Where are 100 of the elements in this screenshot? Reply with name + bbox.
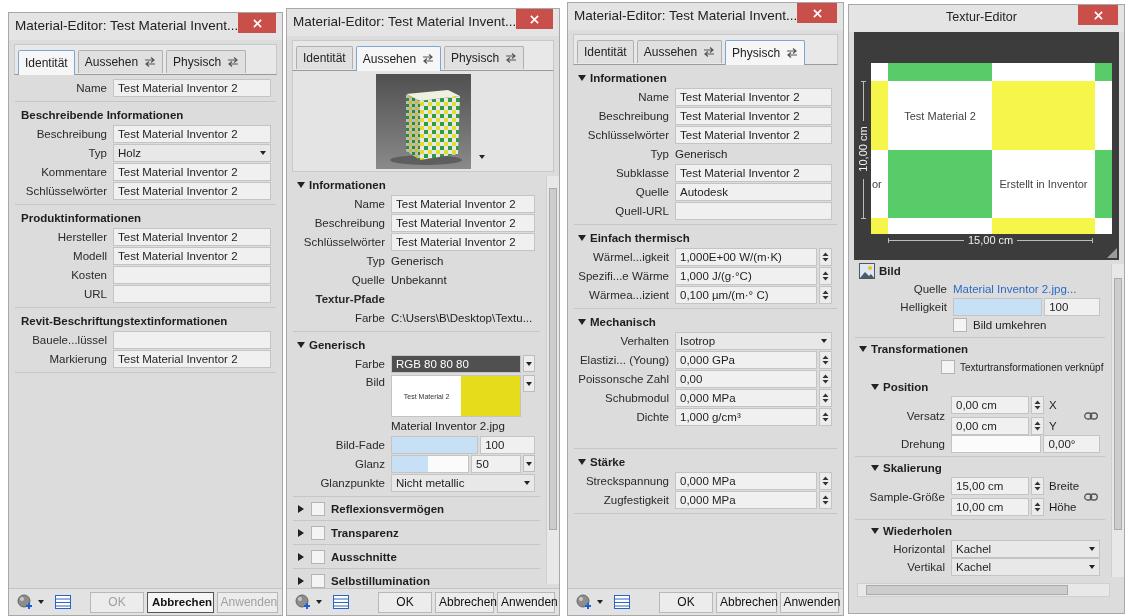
- dialog-button[interactable]: Abbrechen: [716, 591, 777, 613]
- caret-icon[interactable]: [479, 155, 485, 159]
- close-button[interactable]: [797, 3, 837, 23]
- close-button[interactable]: [238, 13, 276, 33]
- color-field[interactable]: RGB 80 80 80: [391, 354, 521, 373]
- collapse-icon[interactable]: [297, 340, 305, 349]
- chain-link-icon[interactable]: [1084, 492, 1098, 501]
- collapse-icon[interactable]: [871, 464, 879, 472]
- menu-button[interactable]: [523, 455, 535, 472]
- collapse-icon[interactable]: [871, 383, 879, 391]
- number-field[interactable]: 100: [1044, 298, 1100, 316]
- text-field[interactable]: Test Material Inventor 2: [675, 163, 832, 182]
- spin-button[interactable]: [819, 369, 832, 388]
- dialog-button[interactable]: Anwenden: [497, 591, 555, 613]
- text-field[interactable]: Test Material Inventor 2: [113, 349, 271, 368]
- collapse-icon[interactable]: [871, 527, 879, 535]
- dropdown[interactable]: Holz: [113, 143, 271, 162]
- checkbox[interactable]: [311, 549, 325, 564]
- dropdown[interactable]: Kachel: [951, 558, 1100, 576]
- tab[interactable]: Aussehen: [355, 46, 442, 71]
- dialog-button[interactable]: Abbrechen: [147, 591, 214, 613]
- spin-button[interactable]: [819, 471, 832, 490]
- spin-button[interactable]: [1031, 498, 1044, 516]
- tab[interactable]: Identität: [577, 40, 634, 63]
- collapse-icon[interactable]: [578, 73, 586, 82]
- text-field[interactable]: Test Material Inventor 2: [113, 181, 271, 200]
- text-field[interactable]: Test Material Inventor 2: [391, 213, 535, 232]
- dialog-button[interactable]: Abbrechen: [435, 591, 495, 613]
- collapse-icon[interactable]: [859, 345, 867, 353]
- collapse-icon[interactable]: [578, 457, 586, 466]
- tab[interactable]: Physisch: [444, 46, 525, 69]
- dialog-button[interactable]: OK: [378, 591, 432, 613]
- number-field[interactable]: 0,00 cm: [951, 417, 1029, 435]
- dropdown[interactable]: Kachel: [951, 540, 1100, 558]
- text-field[interactable]: [113, 330, 271, 349]
- spin-button[interactable]: [819, 285, 832, 304]
- spin-button[interactable]: [1031, 396, 1044, 414]
- number-field[interactable]: 50: [471, 454, 521, 473]
- collapse-icon[interactable]: [297, 180, 305, 189]
- number-field[interactable]: 1,000 g/cm³: [675, 407, 817, 426]
- close-button[interactable]: [1078, 5, 1118, 25]
- checkbox[interactable]: [953, 318, 967, 332]
- dialog-button[interactable]: OK: [659, 591, 713, 613]
- number-field[interactable]: 0,00°: [1043, 435, 1100, 453]
- text-field[interactable]: Test Material Inventor 2: [675, 106, 832, 125]
- scroll-thumb[interactable]: [549, 188, 557, 530]
- text-field[interactable]: [113, 265, 271, 284]
- tab[interactable]: Identität: [18, 50, 75, 75]
- number-field[interactable]: 0,000 MPa: [675, 471, 817, 490]
- slider[interactable]: [953, 298, 1043, 316]
- scrollbar[interactable]: [857, 583, 1110, 597]
- dropdown[interactable]: Isotrop: [675, 331, 832, 350]
- text-field[interactable]: Autodesk: [675, 182, 832, 201]
- tab[interactable]: Identität: [296, 46, 353, 69]
- chain-link-icon[interactable]: [1084, 411, 1098, 420]
- spin-button[interactable]: [819, 407, 832, 426]
- menu-button[interactable]: [523, 375, 535, 392]
- number-field[interactable]: 0,000 MPa: [675, 490, 817, 509]
- text-field[interactable]: Test Material Inventor 2: [113, 78, 271, 97]
- collapse-icon[interactable]: [578, 233, 586, 242]
- number-field[interactable]: 100: [480, 435, 535, 454]
- spin-button[interactable]: [819, 388, 832, 407]
- spin-button[interactable]: [819, 266, 832, 285]
- slider[interactable]: [391, 454, 469, 473]
- spin-button[interactable]: [819, 490, 832, 509]
- checkbox[interactable]: [311, 573, 325, 588]
- number-field[interactable]: 1,000 J/(g·°C): [675, 266, 817, 285]
- collapse-icon[interactable]: [297, 504, 305, 513]
- scroll-thumb[interactable]: [866, 585, 1068, 595]
- menu-button[interactable]: [523, 355, 535, 372]
- number-field[interactable]: 0,100 µm/(m·° C): [675, 285, 817, 304]
- checkbox[interactable]: [311, 501, 325, 516]
- text-field[interactable]: Test Material Inventor 2: [113, 246, 271, 265]
- scrollbar[interactable]: [1111, 264, 1124, 577]
- collapse-icon[interactable]: [297, 576, 305, 585]
- tab[interactable]: Aussehen: [77, 50, 164, 73]
- tab[interactable]: Aussehen: [636, 40, 723, 63]
- resize-grip-icon[interactable]: [1107, 248, 1117, 258]
- text-field[interactable]: Test Material Inventor 2: [113, 227, 271, 246]
- collapse-icon[interactable]: [297, 552, 305, 561]
- tab[interactable]: Physisch: [725, 40, 806, 65]
- slider[interactable]: [951, 435, 1042, 453]
- number-field[interactable]: 10,00 cm: [951, 498, 1029, 516]
- number-field[interactable]: 0,000 GPa: [675, 350, 817, 369]
- number-field[interactable]: 0,00: [675, 369, 817, 388]
- number-field[interactable]: 0,00 cm: [951, 396, 1029, 414]
- text-field[interactable]: Test Material Inventor 2: [675, 125, 832, 144]
- text-field[interactable]: Test Material Inventor 2: [675, 87, 832, 106]
- number-field[interactable]: 1,000E+00 W/(m·K): [675, 247, 817, 266]
- text-field[interactable]: Test Material Inventor 2: [113, 124, 271, 143]
- collapse-icon[interactable]: [578, 317, 586, 326]
- text-field[interactable]: [113, 284, 271, 303]
- file-link[interactable]: Material Inventor 2.jpg...: [953, 283, 1077, 295]
- collapse-icon[interactable]: [297, 528, 305, 537]
- scroll-thumb[interactable]: [1114, 278, 1122, 530]
- text-field[interactable]: Test Material Inventor 2: [113, 162, 271, 181]
- close-button[interactable]: [516, 9, 553, 29]
- checkbox[interactable]: [941, 360, 955, 374]
- dialog-button[interactable]: Anwenden: [779, 591, 839, 613]
- checkbox[interactable]: [311, 525, 325, 540]
